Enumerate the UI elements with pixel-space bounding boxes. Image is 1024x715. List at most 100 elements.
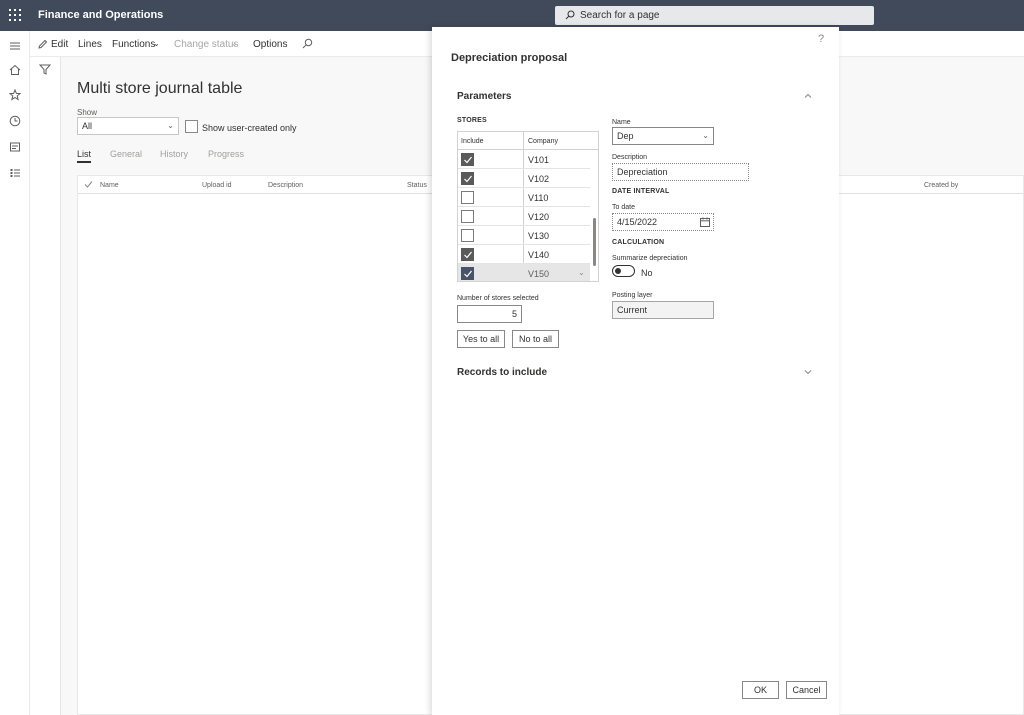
- show-user-created-label: Show user-created only: [202, 123, 297, 133]
- home-icon[interactable]: [9, 64, 21, 76]
- filter-pane: [30, 57, 61, 715]
- show-user-created-checkbox[interactable]: [185, 120, 198, 133]
- store-row[interactable]: V120: [458, 207, 590, 226]
- store-company: V110: [528, 193, 549, 203]
- chevron-down-icon[interactable]: ⌄: [702, 131, 709, 140]
- cancel-button[interactable]: Cancel: [786, 681, 827, 699]
- include-checkbox[interactable]: [461, 191, 474, 204]
- summarize-label: Summarize depreciation: [612, 255, 688, 262]
- to-date-label: To date: [612, 204, 635, 211]
- stores-grid: Include Company V101 V102 V110 V120 V130…: [457, 131, 599, 282]
- edit-icon: [38, 39, 48, 49]
- chevron-down-icon: ⌄: [167, 121, 174, 130]
- chevron-down-icon[interactable]: ⌄: [578, 268, 585, 277]
- hamburger-icon[interactable]: [9, 40, 21, 52]
- search-input[interactable]: Search for a page: [555, 6, 874, 25]
- parameters-section-header[interactable]: Parameters: [457, 91, 511, 102]
- search-icon: [565, 10, 575, 20]
- include-checkbox[interactable]: [461, 153, 474, 166]
- store-company: V130: [528, 231, 550, 241]
- checkmark-icon: [464, 270, 472, 278]
- store-row[interactable]: V101: [458, 150, 590, 169]
- calendar-icon[interactable]: [700, 217, 710, 227]
- tab-history[interactable]: History: [160, 149, 188, 159]
- column-created-by[interactable]: Created by: [924, 182, 958, 189]
- column-status[interactable]: Status: [407, 182, 427, 189]
- ok-button[interactable]: OK: [742, 681, 779, 699]
- date-interval-label: DATE INTERVAL: [612, 188, 670, 195]
- records-to-include-section-header[interactable]: Records to include: [457, 367, 547, 378]
- toggle-knob: [615, 268, 621, 274]
- include-checkbox[interactable]: [461, 267, 474, 280]
- name-label: Name: [612, 119, 631, 126]
- tab-list[interactable]: List: [77, 149, 92, 163]
- options-button[interactable]: Options: [253, 39, 287, 50]
- include-checkbox[interactable]: [461, 172, 474, 185]
- store-row[interactable]: V102: [458, 169, 590, 188]
- functions-button[interactable]: Functions: [112, 39, 155, 50]
- chevron-down-icon: ⌄: [231, 39, 238, 48]
- filter-icon[interactable]: [39, 64, 51, 75]
- include-checkbox[interactable]: [461, 210, 474, 223]
- chevron-down-icon[interactable]: [803, 367, 813, 377]
- store-row[interactable]: V130: [458, 226, 590, 245]
- column-company[interactable]: Company: [528, 138, 558, 145]
- help-icon[interactable]: ?: [818, 33, 824, 45]
- app-title[interactable]: Finance and Operations: [38, 9, 163, 21]
- select-all-check-icon[interactable]: [84, 180, 93, 189]
- posting-layer-field[interactable]: Current: [612, 301, 714, 319]
- stores-group-label: STORES: [457, 117, 487, 124]
- store-row[interactable]: V110: [458, 188, 590, 207]
- summarize-toggle[interactable]: [612, 265, 635, 277]
- yes-to-all-button[interactable]: Yes to all: [457, 330, 505, 348]
- store-company[interactable]: V150: [528, 269, 549, 279]
- lines-button[interactable]: Lines: [78, 39, 102, 50]
- store-row[interactable]: V140: [458, 245, 590, 264]
- app-launcher-icon[interactable]: [9, 9, 21, 21]
- page-title: Multi store journal table: [77, 80, 243, 97]
- store-row[interactable]: V150 ⌄: [458, 264, 590, 281]
- column-upload-id[interactable]: Upload id: [202, 182, 232, 189]
- no-to-all-button[interactable]: No to all: [512, 330, 559, 348]
- store-company: V120: [528, 212, 550, 222]
- store-company: V102: [528, 174, 550, 184]
- tab-progress[interactable]: Progress: [208, 149, 244, 159]
- column-description[interactable]: Description: [268, 182, 303, 189]
- modules-list-icon[interactable]: [9, 167, 21, 179]
- star-icon[interactable]: [9, 89, 21, 101]
- search-placeholder: Search for a page: [580, 10, 660, 21]
- description-label: Description: [612, 154, 648, 161]
- description-field[interactable]: Depreciation: [612, 163, 749, 181]
- include-checkbox[interactable]: [461, 229, 474, 242]
- to-date-field[interactable]: 4/15/2022: [612, 213, 714, 231]
- workspaces-icon[interactable]: [9, 141, 21, 153]
- include-checkbox[interactable]: [461, 248, 474, 261]
- stores-grid-header: Include Company: [458, 132, 598, 150]
- tab-general[interactable]: General: [110, 149, 142, 159]
- num-selected-field[interactable]: 5: [457, 305, 522, 323]
- column-include[interactable]: Include: [461, 138, 484, 145]
- name-field[interactable]: Dep ⌄: [612, 127, 714, 145]
- chevron-up-icon[interactable]: [803, 91, 813, 101]
- num-selected-label: Number of stores selected: [457, 295, 539, 302]
- depreciation-proposal-dialog: ? Depreciation proposal Parameters STORE…: [432, 27, 839, 715]
- store-company: V140: [528, 250, 550, 260]
- store-company: V101: [528, 155, 550, 165]
- change-status-button[interactable]: Change status: [174, 39, 239, 50]
- posting-layer-label: Posting layer: [612, 292, 653, 299]
- dialog-title: Depreciation proposal: [451, 52, 568, 64]
- name-value: Dep: [617, 131, 634, 141]
- edit-button[interactable]: Edit: [51, 39, 68, 50]
- search-icon[interactable]: [302, 38, 313, 49]
- to-date-value: 4/15/2022: [617, 217, 658, 227]
- summarize-value: No: [641, 268, 653, 278]
- left-navigation: [0, 31, 30, 715]
- chevron-down-icon: ⌄: [153, 39, 160, 48]
- checkmark-icon: [464, 175, 472, 183]
- grid-scrollbar[interactable]: [593, 218, 596, 266]
- show-select[interactable]: All ⌄: [77, 117, 179, 135]
- column-name[interactable]: Name: [100, 182, 119, 189]
- clock-icon[interactable]: [9, 115, 21, 127]
- show-select-value: All: [82, 121, 93, 131]
- show-label: Show: [77, 108, 98, 117]
